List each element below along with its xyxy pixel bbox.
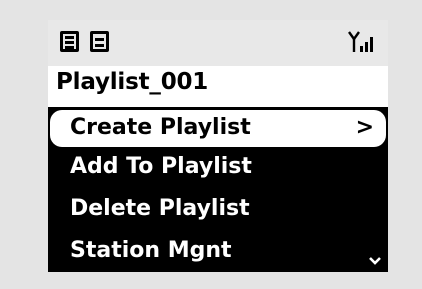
menu-item-label: Delete Playlist bbox=[70, 196, 250, 221]
title-bar: Playlist_001 bbox=[48, 66, 388, 107]
page-title: Playlist_001 bbox=[56, 69, 209, 95]
list-view-icon bbox=[60, 31, 79, 52]
playlist-menu: Create Playlist > Add To Playlist Delete… bbox=[48, 107, 388, 272]
split-view-icon bbox=[90, 31, 109, 52]
signal-strength-icon bbox=[348, 31, 373, 52]
chevron-down-icon bbox=[369, 257, 381, 265]
device-screen: Playlist_001 Create Playlist > Add To Pl… bbox=[48, 20, 388, 272]
menu-item-label: Station Mgnt bbox=[70, 238, 232, 263]
chevron-right-icon: > bbox=[355, 115, 374, 140]
menu-item-label: Add To Playlist bbox=[70, 154, 252, 179]
menu-item-add-to-playlist[interactable]: Add To Playlist bbox=[48, 147, 388, 189]
menu-item-station-mgnt[interactable]: Station Mgnt bbox=[48, 231, 388, 272]
menu-item-delete-playlist[interactable]: Delete Playlist bbox=[48, 189, 388, 231]
menu-item-create-playlist[interactable]: Create Playlist > bbox=[50, 110, 386, 147]
menu-item-label: Create Playlist bbox=[70, 115, 251, 140]
status-bar bbox=[48, 20, 388, 66]
